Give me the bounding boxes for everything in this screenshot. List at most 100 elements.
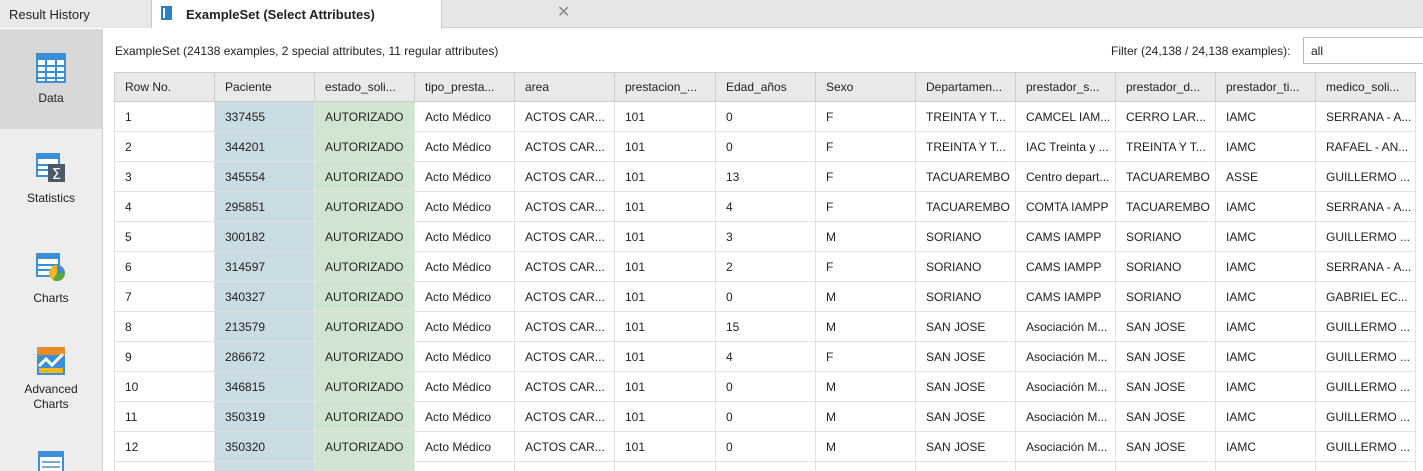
table-cell[interactable]: IAMC <box>1215 341 1316 372</box>
close-icon[interactable]: ✕ <box>557 4 570 22</box>
table-cell[interactable] <box>815 461 916 471</box>
table-cell[interactable]: AUTORIZADO <box>314 101 415 132</box>
table-cell[interactable]: ACTOS CAR... <box>514 191 615 222</box>
table-cell[interactable]: ACTOS CAR... <box>514 161 615 192</box>
table-cell[interactable]: F <box>815 251 916 282</box>
table-cell[interactable]: 101 <box>614 161 716 192</box>
table-cell[interactable]: 2 <box>715 251 816 282</box>
table-cell[interactable] <box>414 461 515 471</box>
table-cell[interactable]: Acto Médico <box>414 191 515 222</box>
table-cell[interactable]: 3 <box>715 221 816 252</box>
table-cell[interactable]: TREINTA Y T... <box>1115 131 1216 162</box>
table-cell[interactable]: Acto Médico <box>414 131 515 162</box>
table-cell[interactable]: 0 <box>715 401 816 432</box>
table-cell[interactable]: M <box>815 281 916 312</box>
table-cell[interactable]: 1 <box>114 101 215 132</box>
table-cell[interactable]: 213579 <box>214 311 315 342</box>
table-cell[interactable]: AUTORIZADO <box>314 371 415 402</box>
table-cell[interactable]: Acto Médico <box>414 371 515 402</box>
table-cell[interactable]: 101 <box>614 281 716 312</box>
table-cell[interactable]: 4 <box>715 191 816 222</box>
table-cell[interactable]: IAMC <box>1215 191 1316 222</box>
column-header[interactable]: tipo_presta... <box>414 72 515 102</box>
table-cell[interactable]: 11 <box>114 401 215 432</box>
column-header[interactable]: Sexo <box>815 72 916 102</box>
table-cell[interactable] <box>715 461 816 471</box>
column-header[interactable]: medico_soli... <box>1315 72 1416 102</box>
table-cell[interactable]: 350319 <box>214 401 315 432</box>
table-cell[interactable]: Acto Médico <box>414 401 515 432</box>
table-cell[interactable]: SAN JOSE <box>915 371 1016 402</box>
table-cell[interactable]: IAMC <box>1215 431 1316 462</box>
table-cell[interactable]: 101 <box>614 221 716 252</box>
table-cell[interactable]: Acto Médico <box>414 161 515 192</box>
table-cell[interactable]: CAMCEL IAM... <box>1015 101 1116 132</box>
table-cell[interactable]: TREINTA Y T... <box>915 131 1016 162</box>
table-cell[interactable]: SERRANA - A... <box>1315 251 1416 282</box>
table-cell[interactable]: F <box>815 131 916 162</box>
table-row[interactable] <box>114 461 1416 471</box>
table-cell[interactable]: SAN JOSE <box>1115 311 1216 342</box>
table-cell[interactable]: ACTOS CAR... <box>514 431 615 462</box>
table-cell[interactable]: 6 <box>114 251 215 282</box>
table-cell[interactable]: CERRO LAR... <box>1115 101 1216 132</box>
table-cell[interactable]: ACTOS CAR... <box>514 341 615 372</box>
table-row[interactable]: 8 213579 AUTORIZADO Acto Médico ACTOS CAR...… <box>114 311 1416 342</box>
table-cell[interactable]: 295851 <box>214 191 315 222</box>
table-cell[interactable]: 13 <box>715 161 816 192</box>
table-cell[interactable]: AUTORIZADO <box>314 401 415 432</box>
table-row[interactable]: 7 340327 AUTORIZADO Acto Médico ACTOS CAR...… <box>114 281 1416 312</box>
table-cell[interactable]: ASSE <box>1215 161 1316 192</box>
table-cell[interactable]: SERRANA - A... <box>1315 191 1416 222</box>
table-cell[interactable]: 101 <box>614 401 716 432</box>
sidebar-item-data[interactable]: Data <box>0 29 102 129</box>
table-cell[interactable]: 7 <box>114 281 215 312</box>
table-cell[interactable] <box>1115 461 1216 471</box>
table-cell[interactable]: RAFAEL - AN... <box>1315 131 1416 162</box>
table-cell[interactable]: ACTOS CAR... <box>514 371 615 402</box>
table-cell[interactable]: CAMS IAMPP <box>1015 221 1116 252</box>
table-cell[interactable]: 0 <box>715 431 816 462</box>
table-cell[interactable]: 9 <box>114 341 215 372</box>
table-cell[interactable]: TACUAREMBO <box>1115 161 1216 192</box>
table-cell[interactable]: Asociación M... <box>1015 431 1116 462</box>
table-cell[interactable]: 4 <box>715 341 816 372</box>
table-cell[interactable]: IAMC <box>1215 221 1316 252</box>
table-cell[interactable]: Acto Médico <box>414 101 515 132</box>
table-cell[interactable] <box>1315 461 1416 471</box>
table-cell[interactable]: Centro depart... <box>1015 161 1116 192</box>
table-cell[interactable]: 344201 <box>214 131 315 162</box>
table-row[interactable]: 4 295851 AUTORIZADO Acto Médico ACTOS CAR...… <box>114 191 1416 222</box>
table-cell[interactable]: GUILLERMO ... <box>1315 161 1416 192</box>
table-cell[interactable]: AUTORIZADO <box>314 431 415 462</box>
column-header[interactable]: Row No. <box>114 72 215 102</box>
table-cell[interactable]: Acto Médico <box>414 251 515 282</box>
table-cell[interactable]: IAMC <box>1215 101 1316 132</box>
sidebar-item-advanced-charts[interactable]: Advanced Charts <box>0 329 102 429</box>
table-cell[interactable]: AUTORIZADO <box>314 281 415 312</box>
table-cell[interactable]: Acto Médico <box>414 431 515 462</box>
table-cell[interactable]: 286672 <box>214 341 315 372</box>
table-cell[interactable]: M <box>815 401 916 432</box>
table-cell[interactable]: SORIANO <box>1115 281 1216 312</box>
table-cell[interactable]: 101 <box>614 131 716 162</box>
table-row[interactable]: 2 344201 AUTORIZADO Acto Médico ACTOS CAR...… <box>114 131 1416 162</box>
table-cell[interactable] <box>614 461 716 471</box>
table-cell[interactable]: 101 <box>614 191 716 222</box>
table-cell[interactable]: 4 <box>114 191 215 222</box>
sidebar-item-annotations[interactable] <box>0 429 102 471</box>
table-cell[interactable]: IAMC <box>1215 401 1316 432</box>
column-header[interactable]: prestador_s... <box>1015 72 1116 102</box>
table-cell[interactable]: TACUAREMBO <box>915 191 1016 222</box>
table-cell[interactable]: IAMC <box>1215 371 1316 402</box>
table-cell[interactable]: 0 <box>715 131 816 162</box>
table-cell[interactable]: AUTORIZADO <box>314 161 415 192</box>
column-header[interactable]: Edad_años <box>715 72 816 102</box>
table-cell[interactable] <box>314 461 415 471</box>
table-cell[interactable]: IAC Treinta y ... <box>1015 131 1116 162</box>
table-cell[interactable]: 5 <box>114 221 215 252</box>
table-cell[interactable]: IAMC <box>1215 131 1316 162</box>
table-cell[interactable]: SAN JOSE <box>915 431 1016 462</box>
table-row[interactable]: 10 346815 AUTORIZADO Acto Médico ACTOS CAR..… <box>114 371 1416 402</box>
table-cell[interactable]: 101 <box>614 341 716 372</box>
